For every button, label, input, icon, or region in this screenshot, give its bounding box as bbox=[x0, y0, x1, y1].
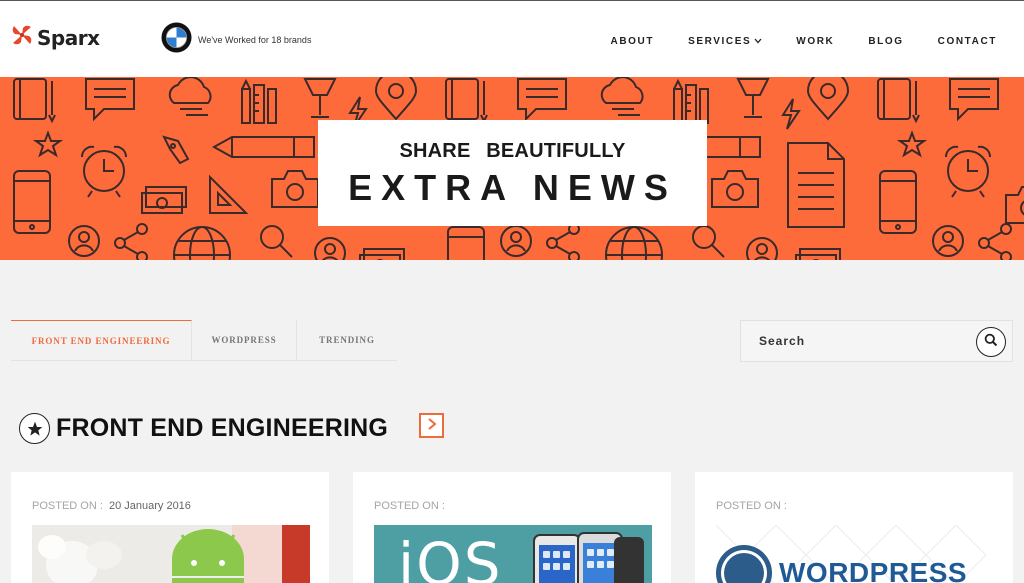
nav-blog-label: BLOG bbox=[868, 36, 904, 47]
android-figure-thumbnail[interactable] bbox=[32, 525, 310, 583]
star-icon bbox=[19, 413, 50, 444]
section-title: FRONT END ENGINEERING bbox=[56, 414, 388, 442]
nav-work-label: WORK bbox=[796, 36, 835, 47]
nav-services[interactable]: SERVICES bbox=[688, 36, 762, 47]
ios-logo-text: iOS bbox=[398, 530, 503, 583]
nav-work[interactable]: WORK bbox=[796, 36, 834, 47]
post-card[interactable]: POSTED ON : iOS bbox=[353, 472, 671, 583]
logo[interactable]: Sparx bbox=[10, 23, 100, 52]
posted-label: POSTED ON : bbox=[374, 500, 445, 512]
category-tabs: FRONT END ENGINEERING WORDPRESS TRENDING bbox=[11, 320, 397, 361]
post-meta: POSTED ON : bbox=[374, 500, 448, 512]
chevron-down-icon bbox=[754, 36, 762, 47]
search-input[interactable] bbox=[741, 321, 971, 361]
bmw-logo-icon bbox=[161, 22, 192, 58]
nav-contact[interactable]: CONTACT bbox=[938, 36, 997, 47]
search-button[interactable] bbox=[976, 327, 1006, 357]
post-meta: POSTED ON : 20 January 2016 bbox=[32, 500, 191, 512]
tab-wordpress[interactable]: WORDPRESS bbox=[192, 320, 297, 360]
nav-about-label: ABOUT bbox=[610, 36, 655, 47]
chevron-right-icon bbox=[427, 417, 437, 435]
pinwheel-logo-icon bbox=[10, 23, 34, 52]
nav-about[interactable]: ABOUT bbox=[611, 36, 655, 47]
hero-banner: SHARE BEAUTIFULLY EXTRA NEWS bbox=[0, 77, 1024, 260]
post-card[interactable]: POSTED ON : WordPress bbox=[695, 472, 1013, 583]
brand-badge-text: We've Worked for 18 brands bbox=[198, 35, 312, 45]
posted-label: POSTED ON : bbox=[32, 500, 103, 512]
section-more-button[interactable] bbox=[419, 413, 444, 438]
nav-services-label: SERVICES bbox=[688, 36, 752, 47]
brand-badge: We've Worked for 18 brands bbox=[161, 22, 311, 58]
posted-label: POSTED ON : bbox=[716, 500, 787, 512]
page: Sparx We've Worked for 18 brands ABOUT S… bbox=[0, 0, 1024, 583]
site-header: Sparx We've Worked for 18 brands ABOUT S… bbox=[0, 0, 1024, 77]
section-header: FRONT END ENGINEERING bbox=[19, 413, 388, 444]
wordpress-logo-text: WordPress bbox=[779, 557, 968, 583]
tab-label: TRENDING bbox=[319, 335, 375, 345]
post-card[interactable]: POSTED ON : 20 January 2016 bbox=[11, 472, 329, 583]
banner-subtitle: SHARE BEAUTIFULLY bbox=[399, 140, 626, 162]
search-box bbox=[740, 320, 1013, 362]
post-meta: POSTED ON : bbox=[716, 500, 790, 512]
main-nav: ABOUT SERVICES WORK BLOG CONTACT bbox=[611, 36, 997, 47]
search-icon bbox=[984, 333, 998, 352]
tab-label: FRONT END ENGINEERING bbox=[31, 335, 171, 346]
nav-blog[interactable]: BLOG bbox=[868, 36, 903, 47]
tab-label: WORDPRESS bbox=[211, 335, 277, 345]
nav-contact-label: CONTACT bbox=[937, 36, 997, 47]
tab-trending[interactable]: TRENDING bbox=[297, 320, 397, 360]
ios-thumbnail[interactable]: iOS bbox=[374, 525, 652, 583]
wordpress-thumbnail[interactable]: WordPress bbox=[716, 525, 994, 583]
banner-headline-box: SHARE BEAUTIFULLY EXTRA NEWS bbox=[318, 120, 707, 226]
tab-front-end-engineering[interactable]: FRONT END ENGINEERING bbox=[11, 320, 192, 360]
banner-title: EXTRA NEWS bbox=[348, 167, 677, 208]
post-date: 20 January 2016 bbox=[108, 500, 191, 512]
logo-text: Sparx bbox=[37, 25, 100, 50]
